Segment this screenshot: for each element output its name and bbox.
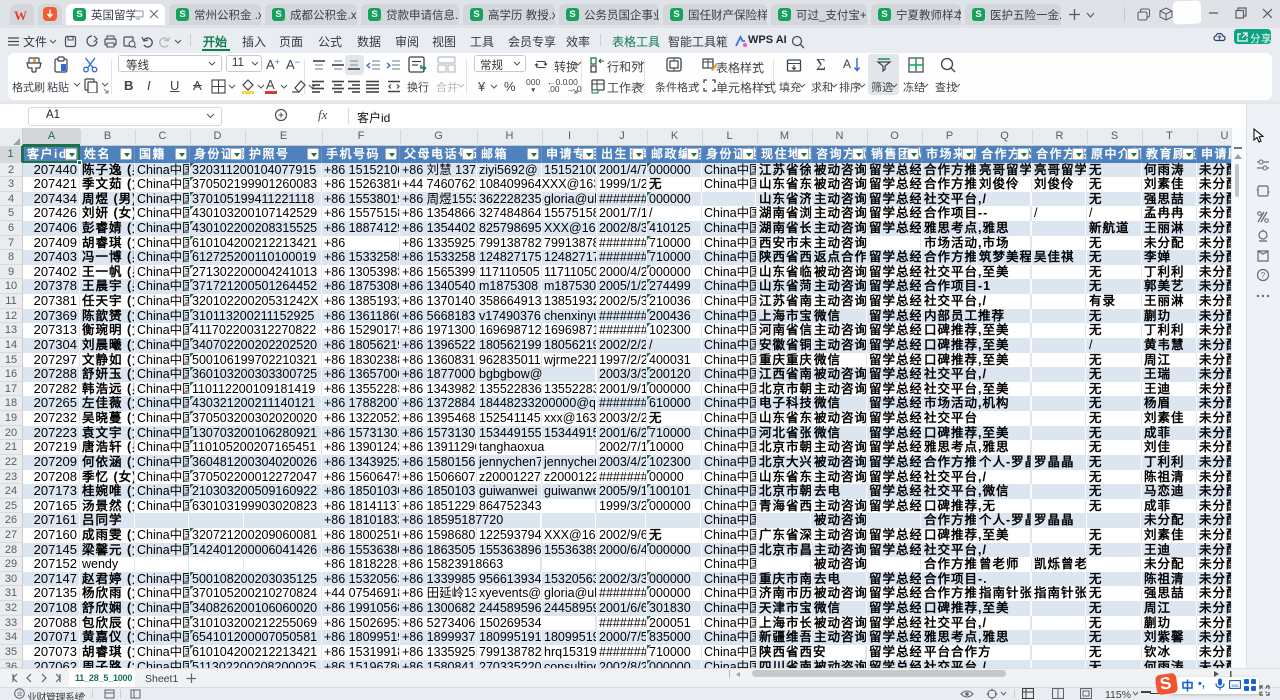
svg-text:业: 业 (17, 690, 23, 698)
svg-text:?: ? (1261, 271, 1266, 280)
